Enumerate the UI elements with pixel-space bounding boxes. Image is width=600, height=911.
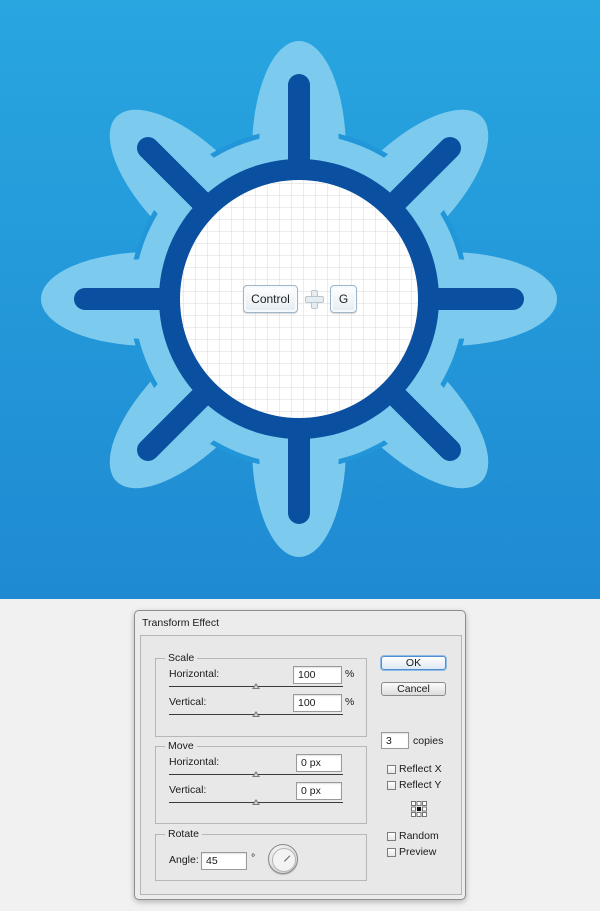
move-horizontal-slider-thumb[interactable]: [252, 771, 260, 777]
center-grid: [180, 180, 418, 418]
preview-checkbox[interactable]: Preview: [387, 846, 436, 858]
scale-horizontal-slider-thumb[interactable]: [252, 683, 260, 689]
angle-degree-symbol: °: [251, 852, 256, 864]
scale-group-label: Scale: [165, 652, 198, 664]
scale-vertical-unit: %: [345, 696, 355, 708]
scale-horizontal-unit: %: [345, 668, 355, 680]
reflect-y-checkbox[interactable]: Reflect Y: [387, 779, 441, 791]
random-label: Random: [399, 830, 439, 842]
reference-point-icon[interactable]: [411, 801, 427, 817]
scale-group: Scale Horizontal: 100 % Vertical: 100 %: [155, 652, 367, 737]
dial-needle: [284, 855, 291, 862]
scale-vertical-slider-thumb[interactable]: [252, 711, 260, 717]
reflect-y-box[interactable]: [387, 780, 396, 790]
reflect-x-label: Reflect X: [399, 763, 442, 775]
dialog-body: Scale Horizontal: 100 % Vertical: 100 % …: [140, 635, 462, 895]
scale-horizontal-input[interactable]: 100: [293, 666, 342, 684]
angle-input[interactable]: 45: [201, 852, 247, 870]
ok-button[interactable]: OK: [381, 656, 446, 670]
preview-box[interactable]: [387, 847, 396, 857]
scale-vertical-input[interactable]: 100: [293, 694, 342, 712]
control-key: Control: [243, 285, 298, 313]
cancel-button[interactable]: Cancel: [381, 682, 446, 696]
angle-dial-icon[interactable]: [268, 844, 298, 874]
angle-label: Angle:: [169, 854, 199, 866]
reflect-y-label: Reflect Y: [399, 779, 442, 791]
move-group-label: Move: [165, 740, 197, 752]
move-horizontal-label: Horizontal:: [169, 756, 220, 768]
move-horizontal-input[interactable]: 0 px: [296, 754, 342, 772]
artboard: Control G: [0, 0, 600, 599]
copies-input[interactable]: 3: [381, 732, 409, 749]
plus-icon: [305, 290, 324, 309]
move-vertical-input[interactable]: 0 px: [296, 782, 342, 800]
preview-label: Preview: [399, 846, 437, 858]
scale-horizontal-label: Horizontal:: [169, 668, 220, 680]
copies-label: copies: [413, 735, 444, 747]
move-vertical-slider-thumb[interactable]: [252, 799, 260, 805]
move-group: Move Horizontal: 0 px Vertical: 0 px: [155, 740, 367, 824]
scale-vertical-label: Vertical:: [169, 696, 207, 708]
reflect-x-checkbox[interactable]: Reflect X: [387, 763, 442, 775]
transform-effect-dialog: Transform Effect Scale Horizontal: 100 %…: [134, 610, 466, 900]
random-checkbox[interactable]: Random: [387, 830, 439, 842]
random-box[interactable]: [387, 831, 396, 841]
rotate-group: Rotate Angle: 45 °: [155, 828, 367, 881]
g-key: G: [330, 285, 357, 313]
rotate-group-label: Rotate: [165, 828, 202, 840]
reflect-x-box[interactable]: [387, 764, 396, 774]
move-vertical-label: Vertical:: [169, 784, 207, 796]
sun-illustration: [41, 41, 557, 557]
dialog-title: Transform Effect: [142, 617, 220, 629]
